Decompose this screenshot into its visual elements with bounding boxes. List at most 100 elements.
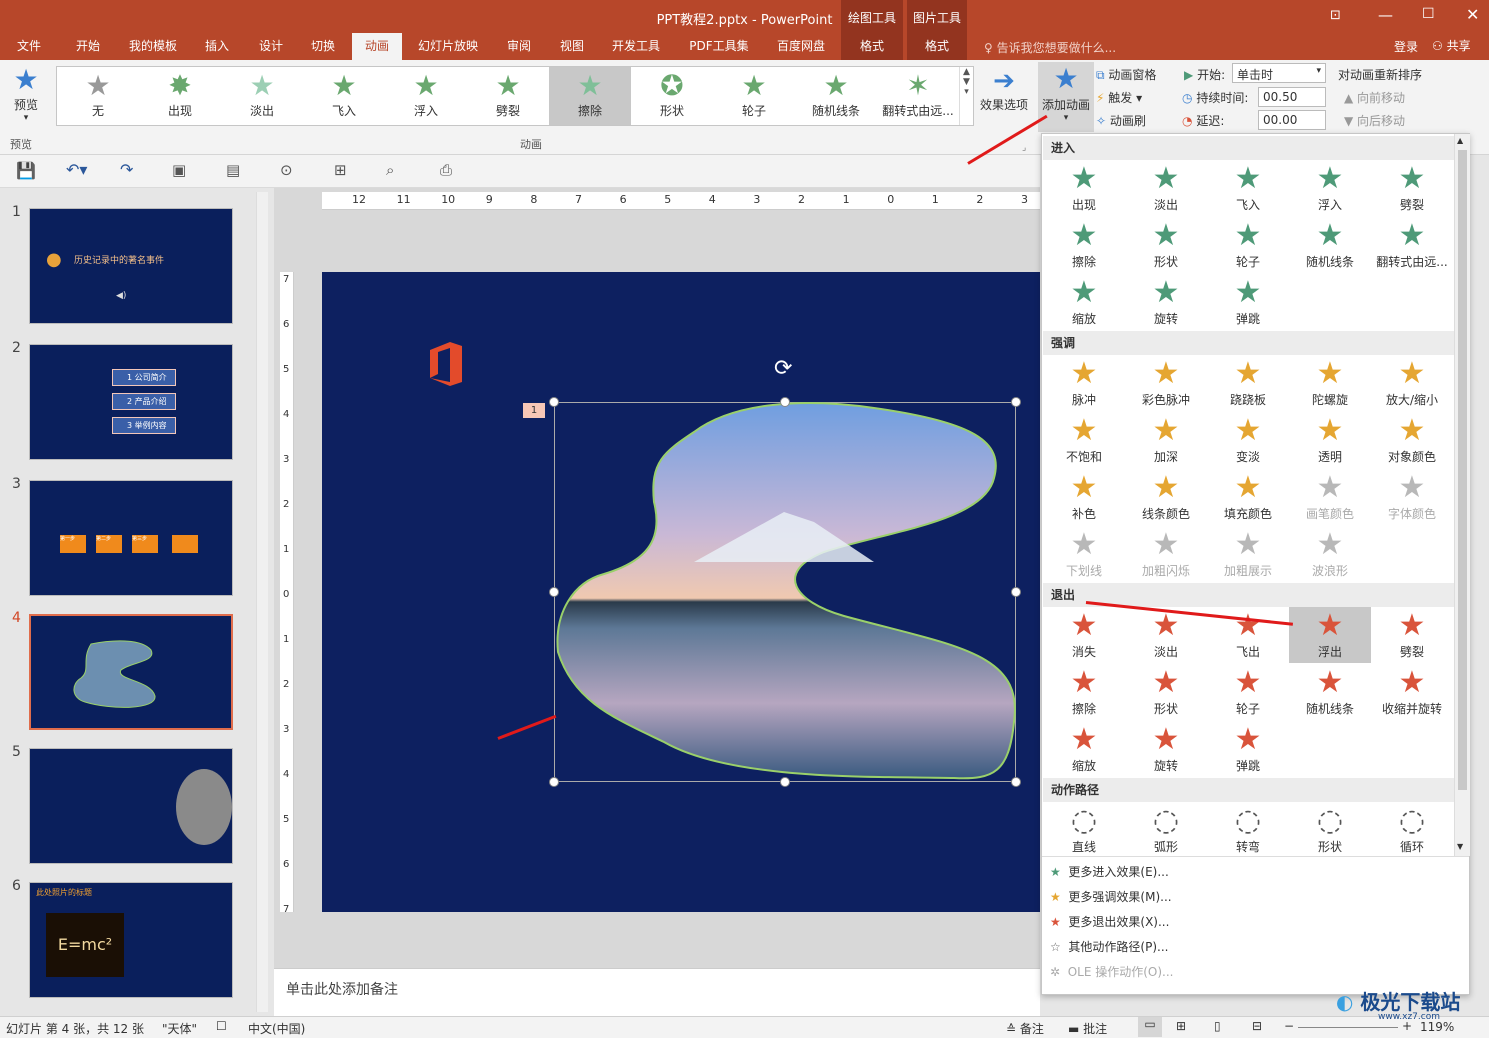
- resize-handle[interactable]: [780, 397, 790, 407]
- scroll-up-icon[interactable]: ▲: [1457, 136, 1463, 145]
- layout-icon[interactable]: ▤: [226, 161, 240, 179]
- zoom-slider[interactable]: [1298, 1027, 1398, 1028]
- effect-options-button[interactable]: ➔ 效果选项: [978, 66, 1030, 113]
- thumbnails-scrollbar[interactable]: [256, 192, 268, 1012]
- effect-item[interactable]: ★ 翻转式由远...: [1371, 217, 1453, 273]
- notes-pane[interactable]: 单击此处添加备注: [274, 968, 1040, 1016]
- slide-sorter-icon[interactable]: ⊞: [1176, 1019, 1186, 1033]
- effect-item[interactable]: ★ 对象颜色: [1371, 412, 1453, 468]
- spellcheck-icon[interactable]: ☐: [216, 1019, 227, 1033]
- maximize-icon[interactable]: ☐: [1422, 6, 1435, 22]
- tab-transitions[interactable]: 切换: [300, 33, 346, 60]
- effect-item[interactable]: ★ 弹跳: [1207, 721, 1289, 777]
- effect-item[interactable]: ★ 擦除: [1043, 664, 1125, 720]
- effect-item[interactable]: ★ 轮子: [1207, 664, 1289, 720]
- tab-picture-format[interactable]: 格式: [907, 33, 967, 60]
- scroll-down-icon[interactable]: ▼: [1457, 842, 1463, 851]
- print-preview-icon[interactable]: ⌕: [386, 161, 394, 179]
- anim-shape[interactable]: ✪ 形状: [631, 67, 713, 125]
- effect-item[interactable]: ★ 下划线: [1043, 526, 1125, 582]
- tab-baidu-netdisk[interactable]: 百度网盘: [766, 33, 836, 60]
- effect-item[interactable]: ★ 彩色脉冲: [1125, 355, 1207, 411]
- redo-icon[interactable]: ↷: [120, 160, 133, 179]
- share-button[interactable]: ⚇ 共享: [1432, 37, 1471, 54]
- effect-item[interactable]: ★ 加粗闪烁: [1125, 526, 1207, 582]
- tab-pdf-tools[interactable]: PDF工具集: [680, 33, 758, 60]
- tab-animations[interactable]: 动画: [352, 33, 402, 60]
- anim-wheel[interactable]: ★ 轮子: [713, 67, 795, 125]
- more-exit-effects[interactable]: ★ 更多退出效果(X)...: [1050, 910, 1169, 935]
- effect-item[interactable]: ★ 加粗展示: [1207, 526, 1289, 582]
- reading-view-icon[interactable]: ▯: [1214, 1019, 1221, 1033]
- notes-toggle[interactable]: ≙ 备注: [1006, 1020, 1044, 1037]
- effect-item[interactable]: ★ 跷跷板: [1207, 355, 1289, 411]
- effect-item[interactable]: ★ 不饱和: [1043, 412, 1125, 468]
- slide-thumb-4[interactable]: [29, 614, 233, 730]
- delay-spinner[interactable]: 00.00: [1258, 110, 1326, 130]
- resize-handle[interactable]: [1011, 777, 1021, 787]
- anim-none[interactable]: ★ 无: [57, 67, 139, 125]
- scroll-thumb[interactable]: [1458, 150, 1467, 790]
- resize-handle[interactable]: [780, 777, 790, 787]
- effect-item[interactable]: ★ 随机线条: [1289, 217, 1371, 273]
- effect-item[interactable]: ★ 擦除: [1043, 217, 1125, 273]
- save-icon[interactable]: 💾: [16, 161, 36, 180]
- effect-item[interactable]: ★ 填充颜色: [1207, 469, 1289, 525]
- comments-toggle[interactable]: ▬ 批注: [1068, 1020, 1107, 1037]
- effect-item[interactable]: ★ 放大/缩小: [1371, 355, 1453, 411]
- preview-button[interactable]: ★ 预览 ▾: [6, 64, 46, 124]
- start-select[interactable]: 单击时 ▾: [1232, 63, 1326, 83]
- tab-insert[interactable]: 插入: [194, 33, 240, 60]
- minimize-icon[interactable]: —: [1378, 6, 1393, 24]
- anim-fade[interactable]: ★ 淡出: [221, 67, 303, 125]
- move-earlier-button[interactable]: ▲ 向前移动: [1344, 89, 1405, 106]
- ribbon-display-icon[interactable]: ⊡: [1330, 8, 1341, 23]
- slide-thumb-6[interactable]: 此处照片的标题 E=mc²: [29, 882, 233, 998]
- anim-split[interactable]: ★ 劈裂: [467, 67, 549, 125]
- more-entrance-effects[interactable]: ★ 更多进入效果(E)...: [1050, 860, 1169, 885]
- print-icon[interactable]: ⎙: [440, 161, 452, 179]
- more-motion-paths[interactable]: ☆ 其他动作路径(P)...: [1050, 935, 1168, 960]
- anim-random-bars[interactable]: ★ 随机线条: [795, 67, 877, 125]
- add-animation-button[interactable]: ★ 添加动画 ▾: [1038, 62, 1094, 132]
- effect-item[interactable]: ★ 轮子: [1207, 217, 1289, 273]
- effect-item[interactable]: ◌ 转弯: [1207, 802, 1289, 858]
- effect-item[interactable]: ◌ 直线: [1043, 802, 1125, 858]
- effect-item[interactable]: ★ 变淡: [1207, 412, 1289, 468]
- anim-wipe[interactable]: ★ 擦除: [549, 67, 631, 125]
- tab-view[interactable]: 视图: [550, 33, 594, 60]
- login-link[interactable]: 登录: [1394, 38, 1418, 55]
- effect-item[interactable]: ★ 旋转: [1125, 721, 1207, 777]
- new-slide-icon[interactable]: ▣: [172, 161, 186, 179]
- effect-item[interactable]: ★ 弹跳: [1207, 274, 1289, 330]
- effect-item[interactable]: ★ 淡出: [1125, 160, 1207, 216]
- normal-view-icon[interactable]: ▭: [1138, 1017, 1162, 1037]
- effect-item[interactable]: ★ 画笔颜色: [1289, 469, 1371, 525]
- current-slide[interactable]: 1 ⟳: [322, 272, 1040, 912]
- more-emphasis-effects[interactable]: ★ 更多强调效果(M)...: [1050, 885, 1172, 910]
- resize-handle[interactable]: [1011, 587, 1021, 597]
- tab-design[interactable]: 设计: [248, 33, 294, 60]
- effect-item[interactable]: ★ 波浪形: [1289, 526, 1371, 582]
- effect-item[interactable]: ★ 随机线条: [1289, 664, 1371, 720]
- effect-item[interactable]: ★ 劈裂: [1371, 160, 1453, 216]
- duration-spinner[interactable]: 00.50: [1258, 87, 1326, 107]
- presenter-icon[interactable]: ⊞: [334, 161, 347, 179]
- slide-thumb-2[interactable]: 1 公司简介 2 产品介绍 3 举例内容: [29, 344, 233, 460]
- trigger-button[interactable]: ⚡ 触发 ▾: [1096, 89, 1142, 106]
- effect-item[interactable]: ★ 字体颜色: [1371, 469, 1453, 525]
- undo-icon[interactable]: ↶▾: [66, 160, 87, 179]
- tab-file[interactable]: 文件: [6, 33, 52, 60]
- effect-item[interactable]: ★ 形状: [1125, 664, 1207, 720]
- effect-item[interactable]: ★ 线条颜色: [1125, 469, 1207, 525]
- effect-item[interactable]: ★ 补色: [1043, 469, 1125, 525]
- anim-grow-turn[interactable]: ✶ 翻转式由远...: [877, 67, 959, 125]
- effect-item[interactable]: ★ 缩放: [1043, 274, 1125, 330]
- effect-item[interactable]: ★ 透明: [1289, 412, 1371, 468]
- resize-handle[interactable]: [549, 397, 559, 407]
- dropdown-scrollbar[interactable]: ▲ ▼: [1454, 134, 1470, 856]
- resize-handle[interactable]: [1011, 397, 1021, 407]
- tab-drawing-format[interactable]: 格式: [841, 33, 903, 60]
- effect-item[interactable]: ★ 形状: [1125, 217, 1207, 273]
- dialog-launcher-icon[interactable]: ⌟: [1022, 143, 1026, 153]
